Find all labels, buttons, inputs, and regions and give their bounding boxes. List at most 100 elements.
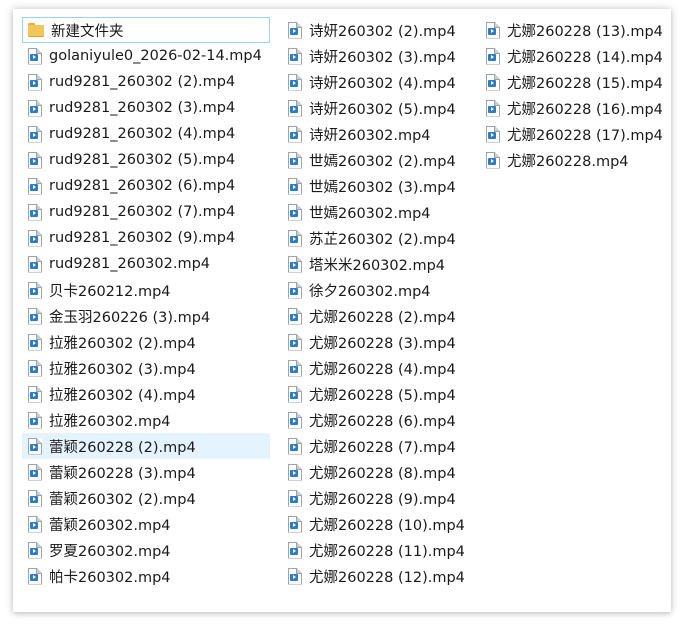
file-name-label: rud9281_260302 (6).mp4 — [49, 178, 236, 194]
file-item[interactable]: 尤娜260228 (17).mp4 — [480, 121, 666, 147]
video-file-icon — [28, 411, 42, 429]
video-file-icon — [486, 47, 500, 65]
video-file-icon — [486, 73, 500, 91]
file-item[interactable]: 世嫣260302 (3).mp4 — [282, 173, 468, 199]
file-item[interactable]: rud9281_260302 (9).mp4 — [22, 225, 270, 251]
file-item[interactable]: 尤娜260228 (2).mp4 — [282, 303, 468, 329]
file-item[interactable]: 拉雅260302.mp4 — [22, 407, 270, 433]
file-item[interactable]: 尤娜260228 (8).mp4 — [282, 459, 468, 485]
file-name-label: rud9281_260302 (9).mp4 — [49, 230, 236, 246]
file-item[interactable]: 尤娜260228 (11).mp4 — [282, 537, 468, 563]
file-name-label: 尤娜260228 (13).mp4 — [507, 23, 663, 40]
video-file-icon — [288, 151, 302, 169]
file-name-label: 尤娜260228 (5).mp4 — [309, 387, 456, 404]
file-name-label: 尤娜260228 (3).mp4 — [309, 335, 456, 352]
video-file-icon — [28, 333, 42, 351]
video-file-icon — [288, 255, 302, 273]
file-item[interactable]: rud9281_260302 (7).mp4 — [22, 199, 270, 225]
file-item[interactable]: 尤娜260228 (3).mp4 — [282, 329, 468, 355]
file-column-2: 诗妍260302 (2).mp4 诗妍260302 (3).mp4 诗妍260302… — [282, 17, 468, 589]
file-name-label: 拉雅260302 (2).mp4 — [49, 335, 196, 352]
file-name-label: rud9281_260302.mp4 — [49, 256, 211, 272]
file-name-label: 尤娜260228 (9).mp4 — [309, 491, 456, 508]
file-name-label: 苏芷260302 (2).mp4 — [309, 231, 456, 248]
file-item[interactable]: rud9281_260302 (3).mp4 — [22, 95, 270, 121]
video-file-icon — [288, 463, 302, 481]
video-file-icon — [288, 229, 302, 247]
video-file-icon — [288, 177, 302, 195]
file-item[interactable]: 尤娜260228 (10).mp4 — [282, 511, 468, 537]
video-file-icon — [28, 203, 42, 221]
file-name-label: rud9281_260302 (3).mp4 — [49, 100, 236, 116]
video-file-icon — [288, 47, 302, 65]
file-name-label: 金玉羽260226 (3).mp4 — [49, 309, 211, 326]
file-item[interactable]: rud9281_260302 (5).mp4 — [22, 147, 270, 173]
file-item[interactable]: 蕾颖260228 (2).mp4 — [22, 433, 270, 459]
file-name-label: rud9281_260302 (7).mp4 — [49, 204, 236, 220]
file-item[interactable]: 蕾颖260302.mp4 — [22, 511, 270, 537]
video-file-icon — [28, 567, 42, 585]
video-file-icon — [28, 541, 42, 559]
file-name-label: 尤娜260228 (8).mp4 — [309, 465, 456, 482]
file-item[interactable]: 尤娜260228 (16).mp4 — [480, 95, 666, 121]
file-column-1: 新建文件夹 golaniyule0_2026-02-14.mp4 rud9281_2… — [22, 17, 270, 589]
file-name-label: 世嫣260302 (3).mp4 — [309, 179, 456, 196]
file-item[interactable]: 拉雅260302 (4).mp4 — [22, 381, 270, 407]
file-item[interactable]: rud9281_260302 (4).mp4 — [22, 121, 270, 147]
video-file-icon — [486, 151, 500, 169]
file-name-label: 尤娜260228 (7).mp4 — [309, 439, 456, 456]
file-name-label: 尤娜260228 (17).mp4 — [507, 127, 663, 144]
folder-item[interactable]: 新建文件夹 — [22, 17, 270, 43]
file-name-label: 尤娜260228 (4).mp4 — [309, 361, 456, 378]
video-file-icon — [28, 281, 42, 299]
file-item[interactable]: 诗妍260302 (5).mp4 — [282, 95, 468, 121]
file-column-3: 尤娜260228 (13).mp4 尤娜260228 (14).mp4 尤娜2602… — [480, 17, 666, 589]
file-item[interactable]: 蕾颖260228 (3).mp4 — [22, 459, 270, 485]
file-name-label: 诗妍260302 (3).mp4 — [309, 49, 456, 66]
file-item[interactable]: 蕾颖260302 (2).mp4 — [22, 485, 270, 511]
file-item[interactable]: 诗妍260302.mp4 — [282, 121, 468, 147]
video-file-icon — [288, 411, 302, 429]
file-item[interactable]: 诗妍260302 (4).mp4 — [282, 69, 468, 95]
video-file-icon — [486, 125, 500, 143]
file-item[interactable]: 世嫣260302.mp4 — [282, 199, 468, 225]
file-item[interactable]: 尤娜260228 (6).mp4 — [282, 407, 468, 433]
file-name-label: 诗妍260302 (2).mp4 — [309, 23, 456, 40]
video-file-icon — [288, 125, 302, 143]
file-item[interactable]: rud9281_260302.mp4 — [22, 251, 270, 277]
file-item[interactable]: 尤娜260228 (9).mp4 — [282, 485, 468, 511]
video-file-icon — [28, 73, 42, 91]
file-item[interactable]: rud9281_260302 (2).mp4 — [22, 69, 270, 95]
video-file-icon — [486, 99, 500, 117]
file-item[interactable]: 金玉羽260226 (3).mp4 — [22, 303, 270, 329]
file-item[interactable]: 拉雅260302 (3).mp4 — [22, 355, 270, 381]
file-item[interactable]: 贝卡260212.mp4 — [22, 277, 270, 303]
file-name-label: 蕾颖260228 (3).mp4 — [49, 465, 196, 482]
video-file-icon — [28, 177, 42, 195]
file-item[interactable]: 罗夏260302.mp4 — [22, 537, 270, 563]
file-item[interactable]: 徐夕260302.mp4 — [282, 277, 468, 303]
file-item[interactable]: rud9281_260302 (6).mp4 — [22, 173, 270, 199]
file-item[interactable]: 世嫣260302 (2).mp4 — [282, 147, 468, 173]
video-file-icon — [288, 307, 302, 325]
file-item[interactable]: 拉雅260302 (2).mp4 — [22, 329, 270, 355]
file-item[interactable]: 尤娜260228 (13).mp4 — [480, 17, 666, 43]
file-item[interactable]: 尤娜260228 (4).mp4 — [282, 355, 468, 381]
file-item[interactable]: 尤娜260228 (14).mp4 — [480, 43, 666, 69]
file-item[interactable]: 诗妍260302 (2).mp4 — [282, 17, 468, 43]
file-item[interactable]: 苏芷260302 (2).mp4 — [282, 225, 468, 251]
file-item[interactable]: 尤娜260228 (7).mp4 — [282, 433, 468, 459]
file-item[interactable]: 诗妍260302 (3).mp4 — [282, 43, 468, 69]
file-item[interactable]: 尤娜260228 (12).mp4 — [282, 563, 468, 589]
file-item[interactable]: 尤娜260228.mp4 — [480, 147, 666, 173]
file-name-label: 帕卡260302.mp4 — [49, 569, 171, 586]
file-item[interactable]: 尤娜260228 (15).mp4 — [480, 69, 666, 95]
file-name-label: rud9281_260302 (4).mp4 — [49, 126, 236, 142]
video-file-icon — [288, 99, 302, 117]
file-name-label: 贝卡260212.mp4 — [49, 283, 171, 300]
file-item[interactable]: 塔米米260302.mp4 — [282, 251, 468, 277]
video-file-icon — [288, 359, 302, 377]
file-item[interactable]: 帕卡260302.mp4 — [22, 563, 270, 589]
file-item[interactable]: 尤娜260228 (5).mp4 — [282, 381, 468, 407]
file-item[interactable]: golaniyule0_2026-02-14.mp4 — [22, 43, 270, 69]
